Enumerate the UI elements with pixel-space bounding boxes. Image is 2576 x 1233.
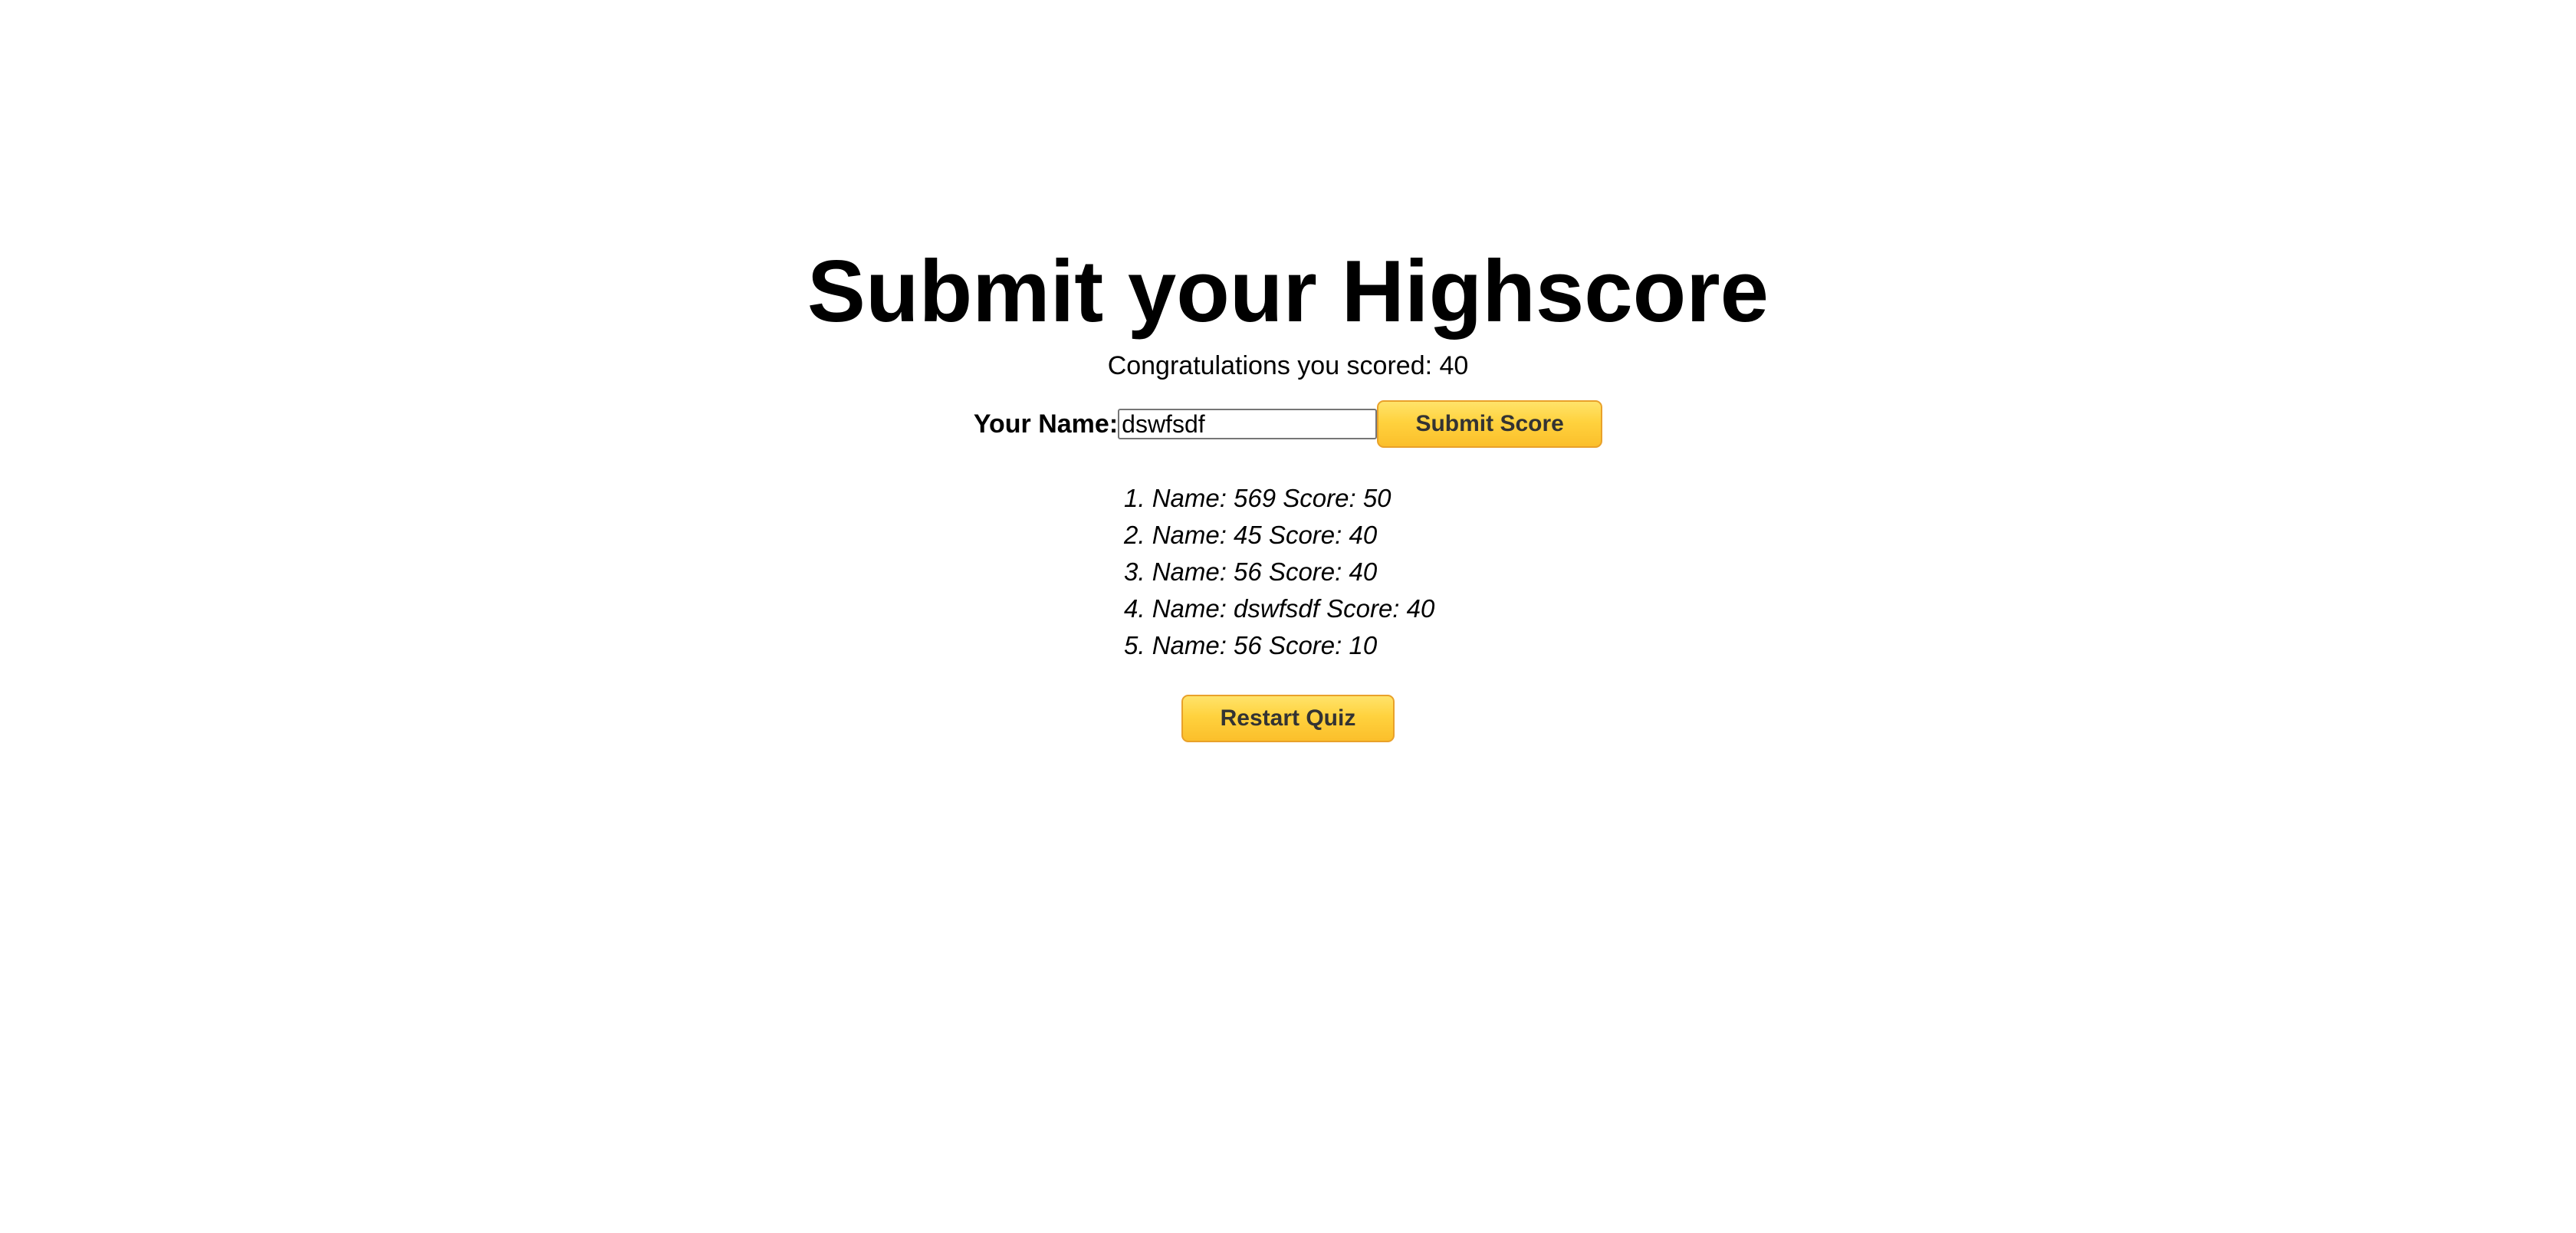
highscore-item: 1. Name: 569 Score: 50 — [1124, 484, 1392, 512]
highscore-page: Submit your Highscore Congratulations yo… — [0, 0, 2576, 1233]
highscore-item: 3. Name: 56 Score: 40 — [1124, 557, 1378, 586]
highscore-list: 1. Name: 569 Score: 50 2. Name: 45 Score… — [1124, 480, 1434, 664]
highscore-item: 4. Name: dswfsdf Score: 40 — [1124, 594, 1435, 623]
submit-score-button[interactable]: Submit Score — [1377, 400, 1603, 448]
name-input[interactable] — [1118, 409, 1378, 439]
highscore-item: 2. Name: 45 Score: 40 — [1124, 521, 1378, 549]
highscore-form: Your Name: Submit Score — [0, 400, 2576, 448]
name-label: Your Name: — [973, 409, 1119, 439]
page-title: Submit your Highscore — [807, 243, 1769, 340]
score-message: Congratulations you scored: 40 — [1107, 351, 1469, 380]
restart-container: Restart Quiz — [0, 695, 2576, 742]
highscore-item: 5. Name: 56 Score: 10 — [1124, 631, 1378, 659]
restart-quiz-button[interactable]: Restart Quiz — [1181, 695, 1395, 742]
